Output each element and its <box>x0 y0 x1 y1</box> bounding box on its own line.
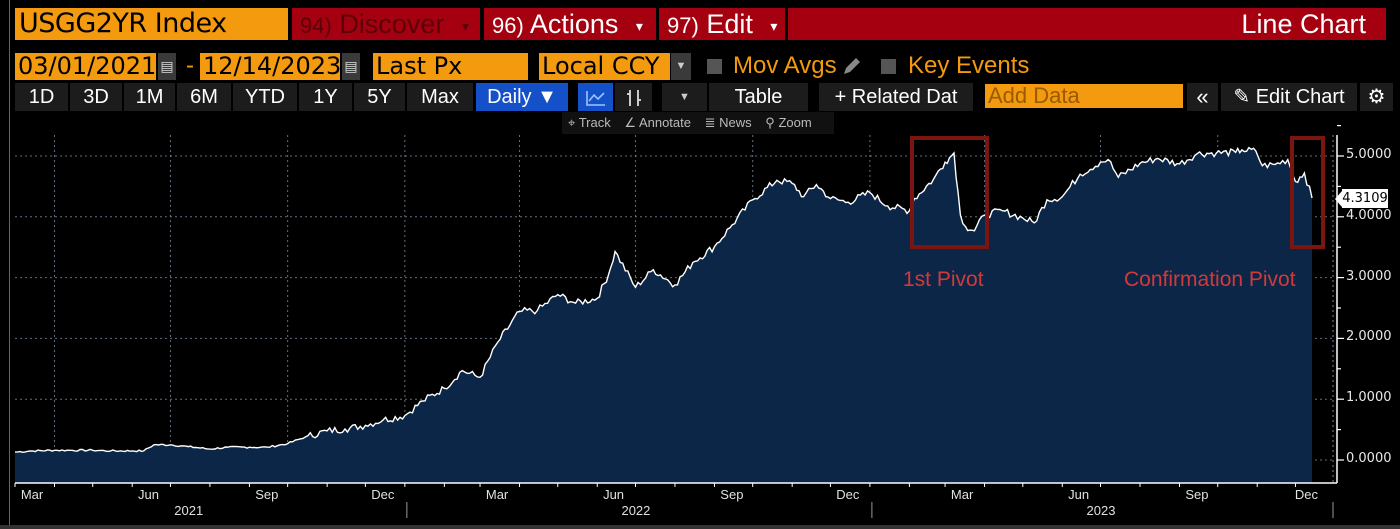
x-month-label: Jun <box>138 487 160 502</box>
x-month-label: Jun <box>603 487 625 502</box>
y-tick-label: 1.0000 <box>1346 390 1392 406</box>
x-month-label: Mar <box>20 487 44 502</box>
y-tick-label: 4.0000 <box>1346 207 1392 223</box>
x-month-label: Mar <box>485 487 509 502</box>
x-month-label: Mar <box>950 487 974 502</box>
pivot-highlight-box <box>1290 136 1325 249</box>
x-year-label: 2022 <box>621 503 651 518</box>
bottom-border <box>0 525 1400 529</box>
annotation-label: Confirmation Pivot <box>1124 268 1296 291</box>
x-month-label: Sep <box>255 487 279 502</box>
x-year-label: 2023 <box>1086 503 1116 518</box>
y-tick-label: 2.0000 <box>1346 329 1392 345</box>
x-month-label: Jun <box>1068 487 1090 502</box>
x-month-label: Sep <box>720 487 744 502</box>
x-month-label: Dec <box>371 487 395 502</box>
y-tick-label: 5.0000 <box>1346 147 1392 162</box>
last-value-marker: 4.3109 <box>1335 189 1388 208</box>
x-year-label: 2021 <box>174 503 204 518</box>
pivot-highlight-box <box>910 136 989 249</box>
area-fill <box>15 147 1312 483</box>
x-month-label: Dec <box>1294 487 1319 502</box>
y-tick-label: 0.0000 <box>1346 451 1392 466</box>
line-chart[interactable] <box>0 0 1400 529</box>
x-month-label: Sep <box>1185 487 1209 502</box>
x-month-label: Dec <box>836 487 860 502</box>
y-tick-label: 3.0000 <box>1346 268 1392 284</box>
annotation-label: 1st Pivot <box>903 268 984 291</box>
